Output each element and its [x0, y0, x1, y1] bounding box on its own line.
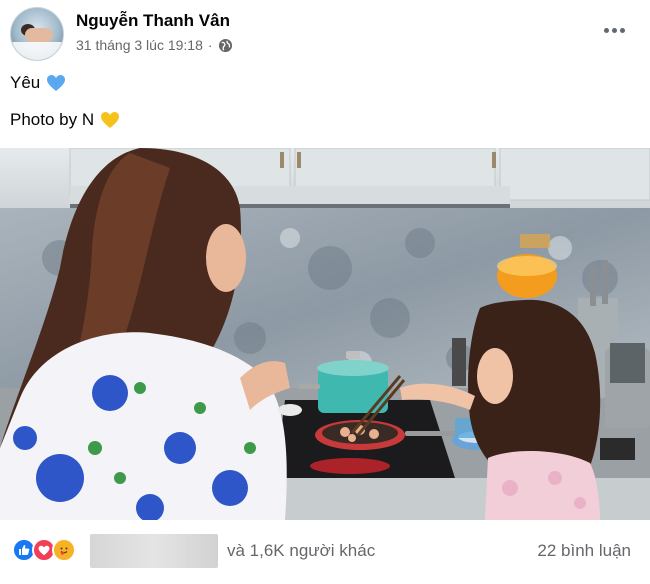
post-timestamp[interactable]: 31 tháng 3 lúc 19:18	[76, 37, 203, 53]
post-meta: 31 tháng 3 lúc 19:18 ·	[76, 37, 233, 53]
care-icon	[52, 538, 76, 562]
comments-count[interactable]: 22 bình luận	[537, 541, 631, 561]
reactions-others-count[interactable]: và 1,6K người khác	[227, 541, 375, 561]
post-text-yeu: Yêu	[10, 73, 41, 92]
reaction-icons[interactable]	[12, 538, 76, 562]
blue-heart-icon	[47, 75, 66, 91]
blurred-reactor-names	[90, 534, 218, 568]
dot	[619, 27, 625, 33]
globe-icon[interactable]	[218, 38, 233, 53]
avatar-figure	[25, 28, 53, 42]
author-avatar[interactable]	[10, 7, 64, 61]
more-options-icon[interactable]	[600, 18, 628, 42]
post-header: Nguyễn Thanh Vân 31 tháng 3 lúc 19:18 ·	[0, 0, 650, 62]
avatar-base	[11, 42, 63, 60]
yellow-heart-icon	[101, 112, 120, 128]
post-text-line1: Yêu	[10, 73, 66, 93]
dot	[603, 27, 609, 33]
post-photo[interactable]	[0, 148, 650, 520]
reactions-bar: và 1,6K người khác 22 bình luận	[0, 522, 650, 580]
post-text-photo-by: Photo by N	[10, 110, 95, 129]
kitchen-photo-illustration	[0, 148, 650, 520]
author-name[interactable]: Nguyễn Thanh Vân	[76, 11, 230, 31]
dot	[611, 27, 617, 33]
separator-dot: ·	[207, 37, 213, 53]
post-text-line2: Photo by N	[10, 110, 120, 130]
